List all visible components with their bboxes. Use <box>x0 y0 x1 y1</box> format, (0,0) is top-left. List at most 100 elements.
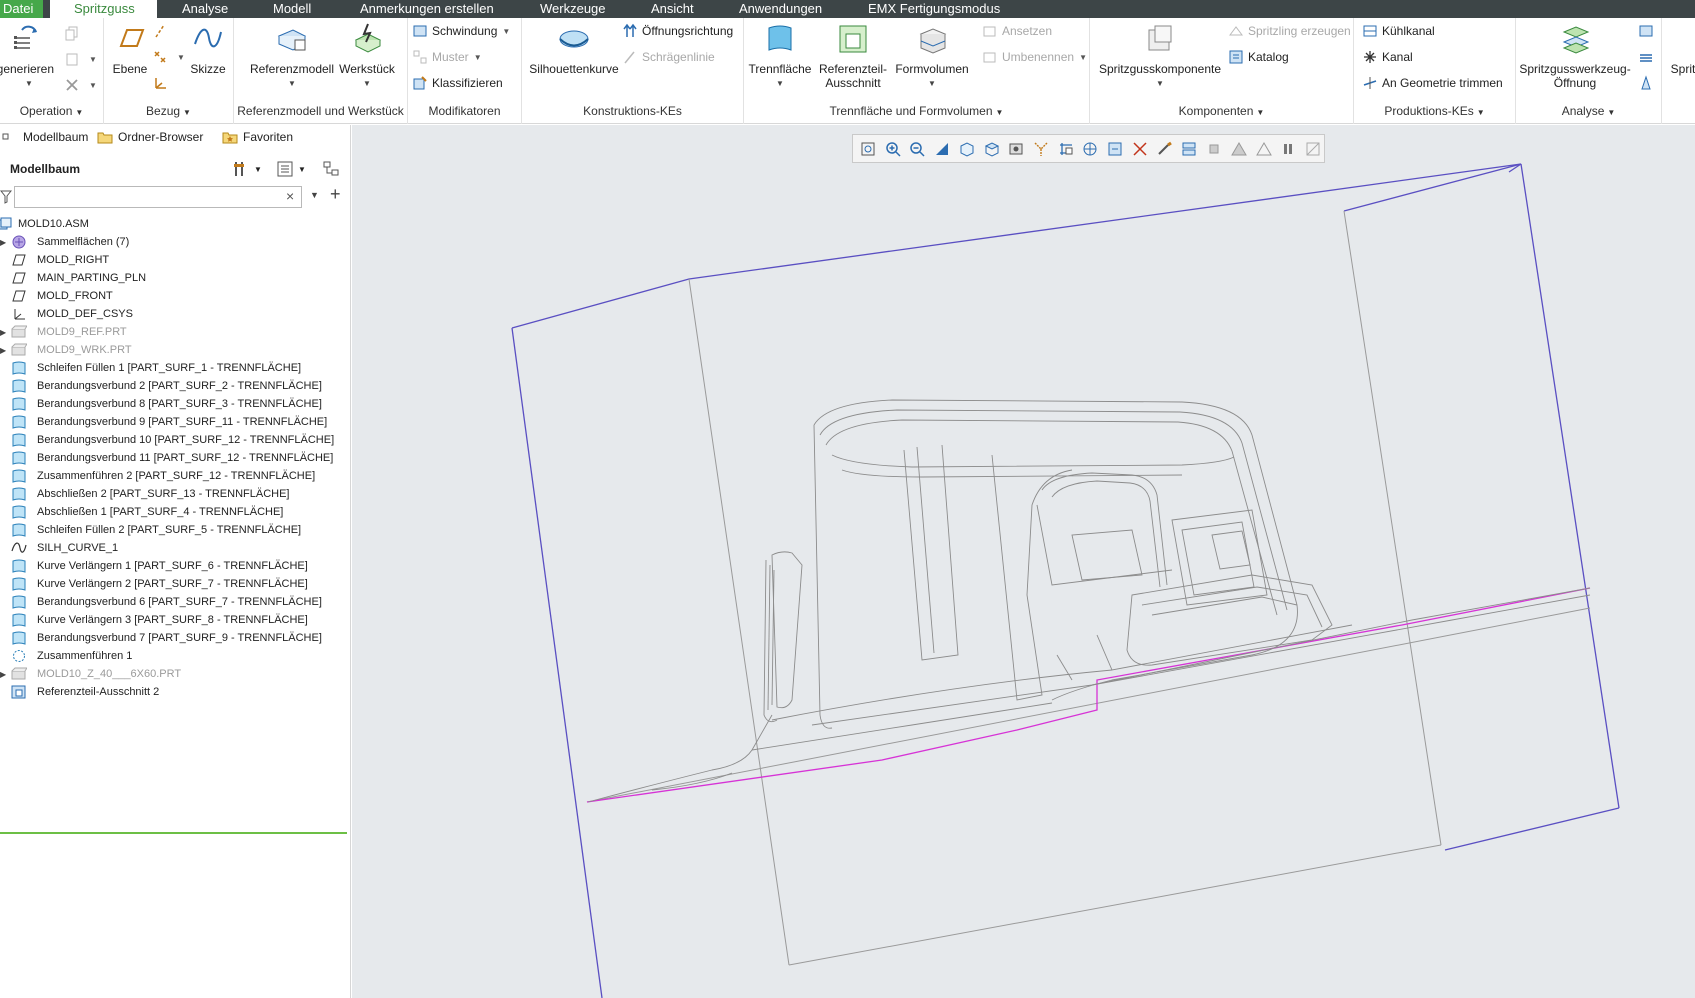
regenerate-button[interactable]: egenerieren ▼ <box>0 22 58 91</box>
referenzteil-ausschnitt-button[interactable]: Referenzteil- Ausschnitt <box>816 22 890 90</box>
axis-button[interactable] <box>152 22 172 40</box>
warning-button[interactable] <box>1253 138 1275 160</box>
menu-tab-emx[interactable]: EMX Fertigungsmodus <box>868 0 1000 18</box>
tree-item[interactable]: ▶ MOLD10_Z_40___6X60.PRT <box>0 665 351 683</box>
expand-icon[interactable]: ▶ <box>0 346 8 355</box>
tree-item[interactable]: ▶ MOLD9_WRK.PRT <box>0 341 351 359</box>
tree-item[interactable]: Kurve Verlängern 3 [PART_SURF_8 - TRENNF… <box>0 611 351 629</box>
tree-item[interactable]: Zusammenführen 2 [PART_SURF_12 - TRENNFL… <box>0 467 351 485</box>
pause-button[interactable] <box>1277 138 1299 160</box>
tree-item[interactable]: MAIN_PARTING_PLN <box>0 269 351 287</box>
tree-item[interactable]: Referenzteil-Ausschnitt 2 <box>0 683 351 701</box>
filter-dropdown-icon[interactable]: ▼ <box>310 190 319 200</box>
trennflaeche-button[interactable]: Trennfläche ▼ <box>748 22 812 91</box>
tree-item[interactable]: Abschließen 2 [PART_SURF_13 - TRENNFLÄCH… <box>0 485 351 503</box>
analyse-3d-button[interactable] <box>1638 22 1658 40</box>
kanal-button[interactable]: Kanal <box>1362 48 1413 66</box>
schwindung-button[interactable]: Schwindung ▼ <box>412 22 510 40</box>
umbenennen-button[interactable]: Umbenennen ▼ <box>982 48 1087 66</box>
tree-item[interactable]: MOLD_FRONT <box>0 287 351 305</box>
menu-tab-anwendungen[interactable]: Anwendungen <box>739 0 822 18</box>
tree-item[interactable]: Berandungsverbund 9 [PART_SURF_11 - TREN… <box>0 413 351 431</box>
tree-item[interactable]: Zusammenführen 1 <box>0 647 351 665</box>
tree-item[interactable]: Berandungsverbund 8 [PART_SURF_3 - TRENN… <box>0 395 351 413</box>
silhouettenkurve-button[interactable]: Silhouettenkurve <box>524 22 624 76</box>
spritzling-button[interactable]: Spritzling erzeugen <box>1228 22 1351 40</box>
datum-display-button[interactable] <box>1055 138 1077 160</box>
graphics-viewport[interactable] <box>352 125 1695 998</box>
tree-item[interactable]: Abschließen 1 [PART_SURF_4 - TRENNFLÄCHE… <box>0 503 351 521</box>
copy-button[interactable] <box>64 24 84 42</box>
tree-item[interactable]: Berandungsverbund 2 [PART_SURF_2 - TRENN… <box>0 377 351 395</box>
tree-search-input[interactable] <box>14 186 302 208</box>
skizze-button[interactable]: Skizze <box>186 22 230 76</box>
werkstueck-button[interactable]: Werkstück ▼ <box>332 22 402 91</box>
add-filter-icon[interactable]: + <box>330 184 341 205</box>
refit-button[interactable] <box>857 138 879 160</box>
menu-tab-analyse[interactable]: Analyse <box>182 0 228 18</box>
formvolumen-button[interactable]: Formvolumen ▼ <box>892 22 972 91</box>
display-style-button[interactable] <box>956 138 978 160</box>
paste-button[interactable]: ▼ <box>64 50 97 68</box>
section-button[interactable] <box>1129 138 1151 160</box>
tree-item[interactable]: Kurve Verlängern 2 [PART_SURF_7 - TRENNF… <box>0 575 351 593</box>
slash-button[interactable] <box>1302 138 1324 160</box>
spin-center-button[interactable] <box>1080 138 1102 160</box>
expand-icon[interactable]: ▶ <box>0 238 8 247</box>
referenzmodell-button[interactable]: Referenzmodell ▼ <box>242 22 342 91</box>
tree-item[interactable]: ▶ Sammelflächen (7) <box>0 233 351 251</box>
schraeglinie-button[interactable]: Schrägenlinie <box>622 48 715 66</box>
group-label-analyse[interactable]: Analyse ▼ <box>1516 104 1661 118</box>
tab-modellbaum[interactable]: Modellbaum <box>2 129 88 145</box>
parting-line-button[interactable] <box>1154 138 1176 160</box>
delete-button[interactable]: ▼ <box>64 76 97 94</box>
repaint-button[interactable] <box>931 138 953 160</box>
menu-tab-datei[interactable]: Datei <box>0 0 44 18</box>
tree-item[interactable]: SILH_CURVE_1 <box>0 539 351 557</box>
tree-item[interactable]: Kurve Verlängern 1 [PART_SURF_6 - TRENNF… <box>0 557 351 575</box>
menu-tab-ansicht[interactable]: Ansicht <box>651 0 694 18</box>
tree-settings-button[interactable]: ▼ <box>232 160 262 178</box>
spritzgusskomponente-button[interactable]: Spritzgusskomponente ▼ <box>1096 22 1224 91</box>
analyse-layers-button[interactable] <box>1638 48 1658 66</box>
model-geometry[interactable] <box>352 125 1695 998</box>
menu-tab-anmerkungen[interactable]: Anmerkungen erstellen <box>360 0 494 18</box>
tree-item[interactable]: MOLD_RIGHT <box>0 251 351 269</box>
tree-filter-options-button[interactable] <box>322 160 342 181</box>
werkzeug-oeffnung-button[interactable]: Spritzgusswerkzeug- Öffnung <box>1519 22 1631 90</box>
tree-item[interactable]: Berandungsverbund 6 [PART_SURF_7 - TRENN… <box>0 593 351 611</box>
tab-ordner-browser[interactable]: Ordner-Browser <box>97 129 203 145</box>
geometrie-trimmen-button[interactable]: An Geometrie trimmen <box>1362 74 1503 92</box>
muster-button[interactable]: Muster ▼ <box>412 48 482 66</box>
menu-tab-werkzeuge[interactable]: Werkzeuge <box>540 0 606 18</box>
tree-item[interactable]: Schleifen Füllen 2 [PART_SURF_5 - TRENNF… <box>0 521 351 539</box>
point-button[interactable]: ▼ <box>152 48 185 66</box>
expand-icon[interactable]: ▶ <box>0 670 8 679</box>
group-label-bezug[interactable]: Bezug ▼ <box>104 104 233 118</box>
klassifizieren-button[interactable]: Klassifizieren <box>412 74 503 92</box>
group-label-komponenten[interactable]: Komponenten ▼ <box>1090 104 1353 118</box>
tree-item[interactable]: ▶ MOLD9_REF.PRT <box>0 323 351 341</box>
tree-item[interactable]: Schleifen Füllen 1 [PART_SURF_1 - TRENNF… <box>0 359 351 377</box>
tree-item[interactable]: MOLD10.ASM <box>0 215 351 233</box>
group-label-trennflaeche[interactable]: Trennfläche und Formvolumen ▼ <box>744 104 1089 118</box>
zoom-out-button[interactable] <box>906 138 928 160</box>
perspective-button[interactable] <box>1030 138 1052 160</box>
draft-check-button[interactable] <box>1228 138 1250 160</box>
group-label-operation[interactable]: Operation ▼ <box>0 104 103 118</box>
spritz-partial-button[interactable]: Sprit <box>1668 22 1695 76</box>
ansetzen-button[interactable]: Ansetzen <box>982 22 1052 40</box>
shrinkage-button[interactable] <box>1203 138 1225 160</box>
tab-favoriten[interactable]: Favoriten <box>222 129 293 145</box>
saved-views-button[interactable] <box>981 138 1003 160</box>
menu-tab-modell[interactable]: Modell <box>273 0 311 18</box>
tree-item[interactable]: MOLD_DEF_CSYS <box>0 305 351 323</box>
kuehlkanal-button[interactable]: Kühlkanal <box>1362 22 1435 40</box>
tree-item[interactable]: Berandungsverbund 7 [PART_SURF_9 - TRENN… <box>0 629 351 647</box>
annotation-display-button[interactable] <box>1104 138 1126 160</box>
oeffnungsrichtung-button[interactable]: Öffnungsrichtung <box>622 22 733 40</box>
expand-icon[interactable]: ▶ <box>0 328 8 337</box>
zoom-in-button[interactable] <box>882 138 904 160</box>
tree-columns-button[interactable]: ▼ <box>276 160 306 178</box>
group-label-produktion[interactable]: Produktions-KEs ▼ <box>1354 104 1515 118</box>
